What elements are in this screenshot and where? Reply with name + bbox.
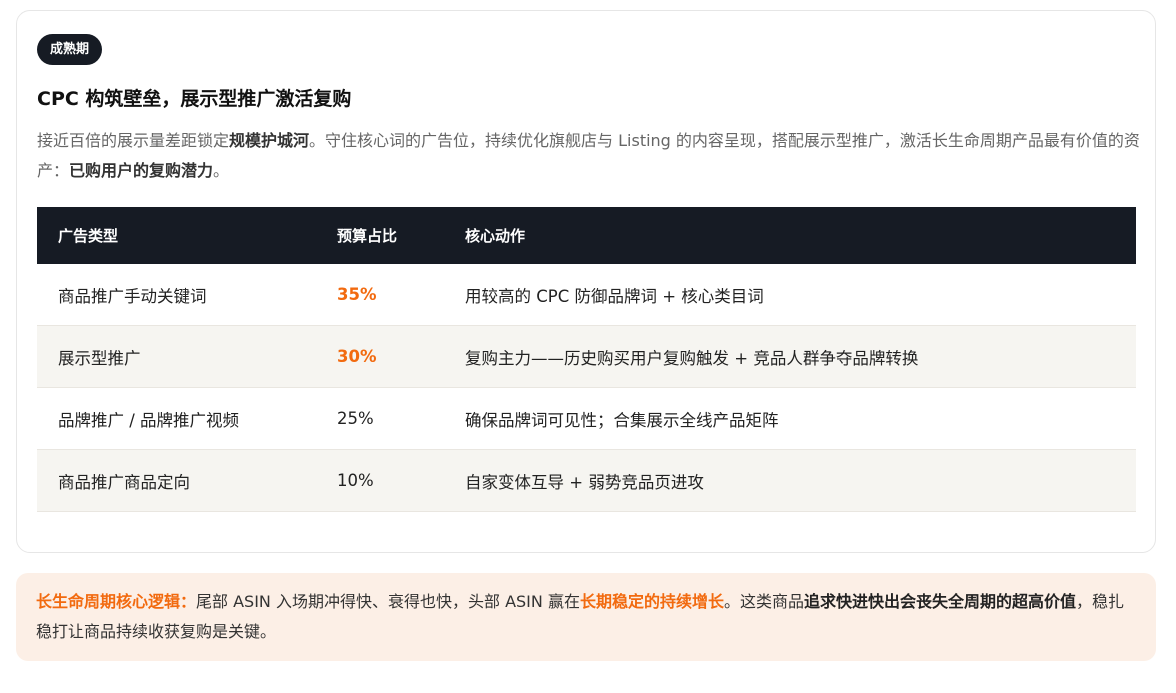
note-text-2: 。这类商品 (723, 592, 804, 611)
desc-text-1: 接近百倍的展示量差距锁定 (37, 131, 230, 150)
cell-ad-type: 品牌推广 / 品牌推广视频 (58, 410, 240, 430)
stage-badge: 成熟期 (37, 34, 103, 65)
desc-bold-1: 规模护城河 (229, 131, 310, 150)
note-label: 长生命周期核心逻辑： (36, 592, 197, 611)
card-description: 接近百倍的展示量差距锁定规模护城河。守住核心词的广告位，持续优化旗舰店与 Lis… (37, 126, 1141, 186)
cell-ad-type: 展示型推广 (58, 348, 141, 368)
strategy-card: 成熟期 CPC 构筑壁垒，展示型推广激活复购 接近百倍的展示量差距锁定规模护城河… (16, 10, 1156, 553)
ad-budget-table: 广告类型 预算占比 核心动作 商品推广手动关键词 35% 用较高的 CPC 防御… (37, 207, 1136, 512)
note-text-1: 尾部 ASIN 入场期冲得快、衰得也快，头部 ASIN 赢在 (196, 592, 580, 611)
table-row: 商品推广手动关键词 35% 用较高的 CPC 防御品牌词 + 核心类目词 (37, 264, 1136, 326)
header-budget-share: 预算占比 (337, 227, 398, 245)
key-logic-note: 长生命周期核心逻辑：尾部 ASIN 入场期冲得快、衰得也快，头部 ASIN 赢在… (16, 573, 1156, 661)
header-ad-type: 广告类型 (58, 227, 119, 245)
header-core-action: 核心动作 (465, 227, 526, 245)
card-title: CPC 构筑壁垒，展示型推广激活复购 (37, 88, 352, 110)
cell-budget: 35% (337, 285, 377, 304)
cell-action: 用较高的 CPC 防御品牌词 + 核心类目词 (465, 286, 764, 306)
cell-budget: 30% (337, 347, 377, 366)
note-bold: 追求快进快出会丧失全周期的超高价值 (803, 592, 1076, 611)
table-row: 展示型推广 30% 复购主力——历史购买用户复购触发 + 竞品人群争夺品牌转换 (37, 326, 1136, 388)
table-row: 商品推广商品定向 10% 自家变体互导 + 弱势竞品页进攻 (37, 450, 1136, 512)
cell-action: 自家变体互导 + 弱势竞品页进攻 (465, 472, 704, 492)
cell-budget: 25% (337, 409, 374, 428)
table-header: 广告类型 预算占比 核心动作 (37, 207, 1136, 264)
cell-ad-type: 商品推广手动关键词 (58, 286, 207, 306)
desc-text-3: 。 (213, 161, 230, 180)
cell-action: 复购主力——历史购买用户复购触发 + 竞品人群争夺品牌转换 (465, 348, 919, 368)
desc-bold-2: 已购用户的复购潜力 (69, 161, 214, 180)
cell-action: 确保品牌词可见性；合集展示全线产品矩阵 (465, 410, 779, 430)
note-highlight: 长期稳定的持续增长 (579, 592, 724, 611)
cell-budget: 10% (337, 471, 374, 490)
cell-ad-type: 商品推广商品定向 (58, 472, 190, 492)
table-row: 品牌推广 / 品牌推广视频 25% 确保品牌词可见性；合集展示全线产品矩阵 (37, 388, 1136, 450)
